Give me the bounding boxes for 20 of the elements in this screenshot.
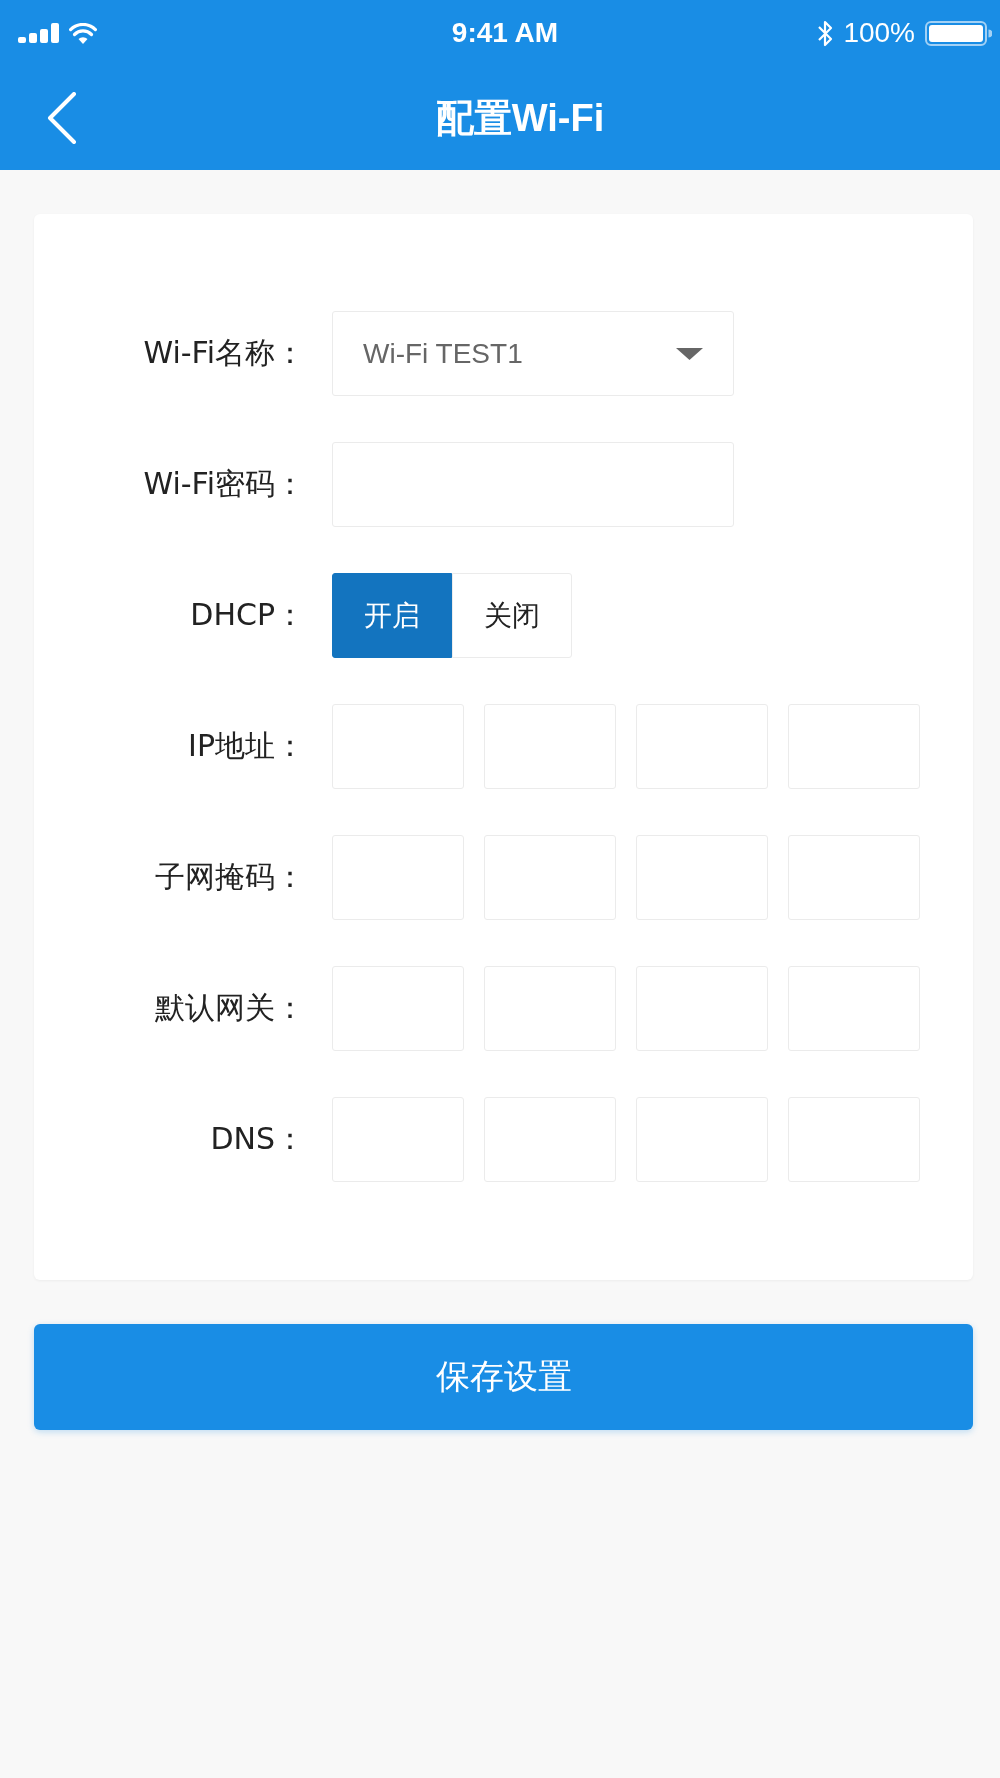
field-label: DHCP： [189,596,305,634]
caret-icon [676,347,703,360]
field-label: Wi-Fi密码： [142,465,305,503]
field-label: IP地址： [187,727,305,765]
back-icon [47,92,77,144]
toggle-option[interactable]: 开启 [332,573,452,658]
page-title: 配置Wi-Fi [435,95,605,141]
wifi-name-select[interactable]: Wi-Fi TEST1 [332,311,734,396]
status-time: 9:41 AM [451,17,559,49]
battery-percent: 100% [843,17,915,49]
field-label: 默认网关： [154,989,305,1027]
signal-icon [18,23,60,43]
toggle-option[interactable]: 关闭 [452,573,572,658]
save-button[interactable]: 保存设置 [34,1324,973,1430]
field-label: DNS： [209,1120,305,1158]
wifi-icon [69,22,97,44]
bluetooth-icon [817,18,834,48]
battery-icon [925,20,992,46]
field-label: 子网掩码： [154,858,305,896]
field-label: Wi-Fi名称： [142,334,305,372]
